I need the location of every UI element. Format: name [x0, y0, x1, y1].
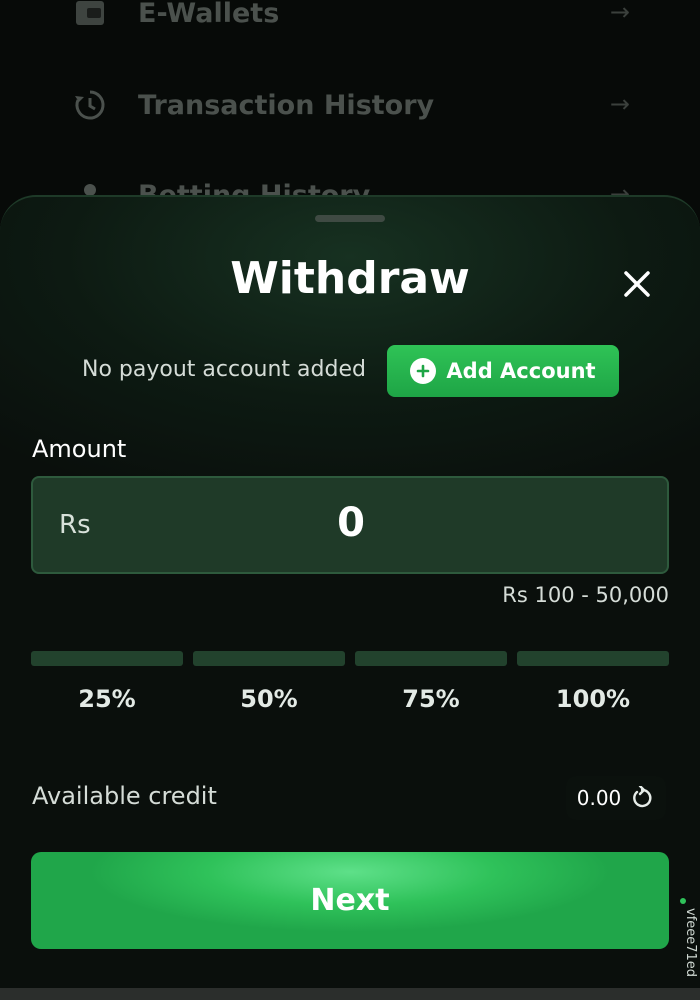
menu-item-label: Transaction History: [138, 89, 435, 121]
next-button[interactable]: Next: [31, 852, 669, 949]
refresh-credit-button[interactable]: [629, 785, 655, 811]
history-icon: [70, 85, 110, 125]
amount-value: 0: [337, 500, 365, 546]
available-credit-value: 0.00: [576, 786, 622, 810]
amount-input[interactable]: Rs 0: [31, 476, 669, 574]
available-credit-pill: 0.00: [566, 776, 666, 820]
no-payout-account-text: No payout account added: [82, 357, 366, 382]
plus-circle-icon: [410, 358, 437, 384]
percent-25-button[interactable]: 25%: [31, 651, 183, 723]
arrow-right-icon: →: [609, 0, 630, 26]
menu-item-e-wallets[interactable]: E-Wallets →: [70, 0, 630, 38]
percent-label: 25%: [78, 685, 136, 713]
watermark-text: vfeee71ed: [683, 908, 698, 978]
close-icon: [624, 271, 650, 297]
percent-bar: [193, 651, 345, 666]
percent-75-button[interactable]: 75%: [355, 651, 507, 723]
percent-bar: [31, 651, 183, 666]
percent-label: 50%: [240, 685, 298, 713]
watermark-dot: [680, 898, 686, 904]
drag-handle[interactable]: [315, 215, 385, 222]
add-account-label: Add Account: [446, 359, 596, 383]
bottom-strip: [0, 988, 700, 1000]
percent-label: 75%: [402, 685, 460, 713]
percent-bar: [355, 651, 507, 666]
percent-label: 100%: [555, 685, 631, 713]
percent-bar: [517, 651, 669, 666]
percent-100-button[interactable]: 100%: [517, 651, 669, 723]
menu-item-transaction-history[interactable]: Transaction History →: [70, 80, 630, 130]
available-credit-label: Available credit: [32, 782, 217, 810]
close-button[interactable]: [616, 263, 658, 305]
wallet-icon: [70, 0, 110, 33]
percent-50-button[interactable]: 50%: [193, 651, 345, 723]
menu-item-label: E-Wallets: [138, 0, 280, 29]
watermark: vfeee71ed: [680, 898, 700, 988]
amount-label: Amount: [32, 435, 127, 463]
add-account-button[interactable]: Add Account: [387, 345, 619, 397]
next-button-label: Next: [310, 883, 390, 918]
amount-range-text: Rs 100 - 50,000: [502, 583, 669, 607]
withdraw-sheet: Withdraw No payout account added Add Acc…: [0, 195, 700, 990]
sheet-title: Withdraw: [230, 253, 470, 304]
refresh-icon: [633, 786, 652, 808]
arrow-right-icon: →: [609, 90, 630, 118]
